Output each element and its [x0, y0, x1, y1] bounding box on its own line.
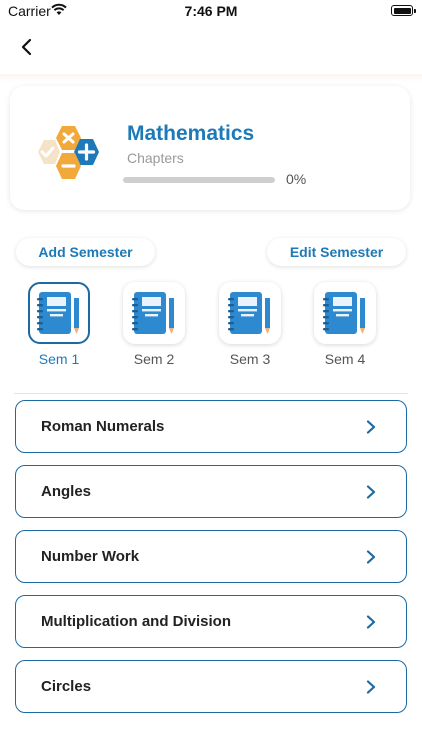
chapter-item-angles[interactable]: Angles — [15, 465, 407, 518]
chapter-label: Multiplication and Division — [41, 613, 232, 630]
chapter-label: Roman Numerals — [41, 418, 165, 435]
notebook-icon — [37, 292, 79, 334]
semester-label: Sem 3 — [229, 351, 271, 367]
subject-card: Mathematics Chapters 0% — [10, 86, 410, 210]
add-semester-button[interactable]: Add Semester — [16, 238, 155, 266]
chevron-right-icon — [366, 680, 376, 694]
semester-1[interactable]: Sem 1 — [26, 282, 92, 367]
chevron-right-icon — [366, 615, 376, 629]
notebook-icon — [228, 292, 270, 334]
chevron-right-icon — [366, 550, 376, 564]
edit-semester-button[interactable]: Edit Semester — [267, 238, 406, 266]
semester-3[interactable]: Sem 3 — [217, 282, 283, 367]
battery-icon — [391, 5, 416, 16]
math-hexagon-logo — [38, 126, 99, 179]
notebook-icon — [323, 292, 365, 334]
progress-bar — [123, 177, 275, 183]
chevron-left-icon — [21, 38, 32, 56]
chevron-right-icon — [366, 485, 376, 499]
semester-label: Sem 2 — [133, 351, 175, 367]
chapter-item-circles[interactable]: Circles — [15, 660, 407, 713]
semester-tile — [314, 282, 376, 344]
chapter-item-multiplication-and-division[interactable]: Multiplication and Division — [15, 595, 407, 648]
notebook-icon — [132, 292, 174, 334]
progress-percent: 0% — [286, 171, 307, 187]
back-button[interactable] — [14, 34, 40, 60]
clock: 7:46 PM — [184, 3, 238, 19]
semester-tile — [123, 282, 185, 344]
divider — [14, 393, 408, 394]
subject-subtitle: Chapters — [127, 150, 184, 166]
chevron-right-icon — [366, 420, 376, 434]
semester-2[interactable]: Sem 2 — [121, 282, 187, 367]
semester-label: Sem 4 — [324, 351, 366, 367]
chapter-item-roman-numerals[interactable]: Roman Numerals — [15, 400, 407, 453]
semester-tile — [219, 282, 281, 344]
chapter-list: Roman Numerals Angles Number Work Multip… — [15, 400, 407, 725]
chapter-label: Circles — [41, 678, 92, 695]
chapter-item-number-work[interactable]: Number Work — [15, 530, 407, 583]
status-bar: Carrier 7:46 PM — [0, 0, 422, 22]
subject-title: Mathematics — [127, 122, 255, 145]
semester-tile — [28, 282, 90, 344]
nav-bar — [0, 22, 422, 74]
chapter-label: Angles — [41, 483, 92, 500]
nav-divider — [0, 74, 422, 82]
semester-4[interactable]: Sem 4 — [312, 282, 378, 367]
chapter-label: Number Work — [41, 548, 140, 565]
semester-label: Sem 1 — [38, 351, 80, 367]
